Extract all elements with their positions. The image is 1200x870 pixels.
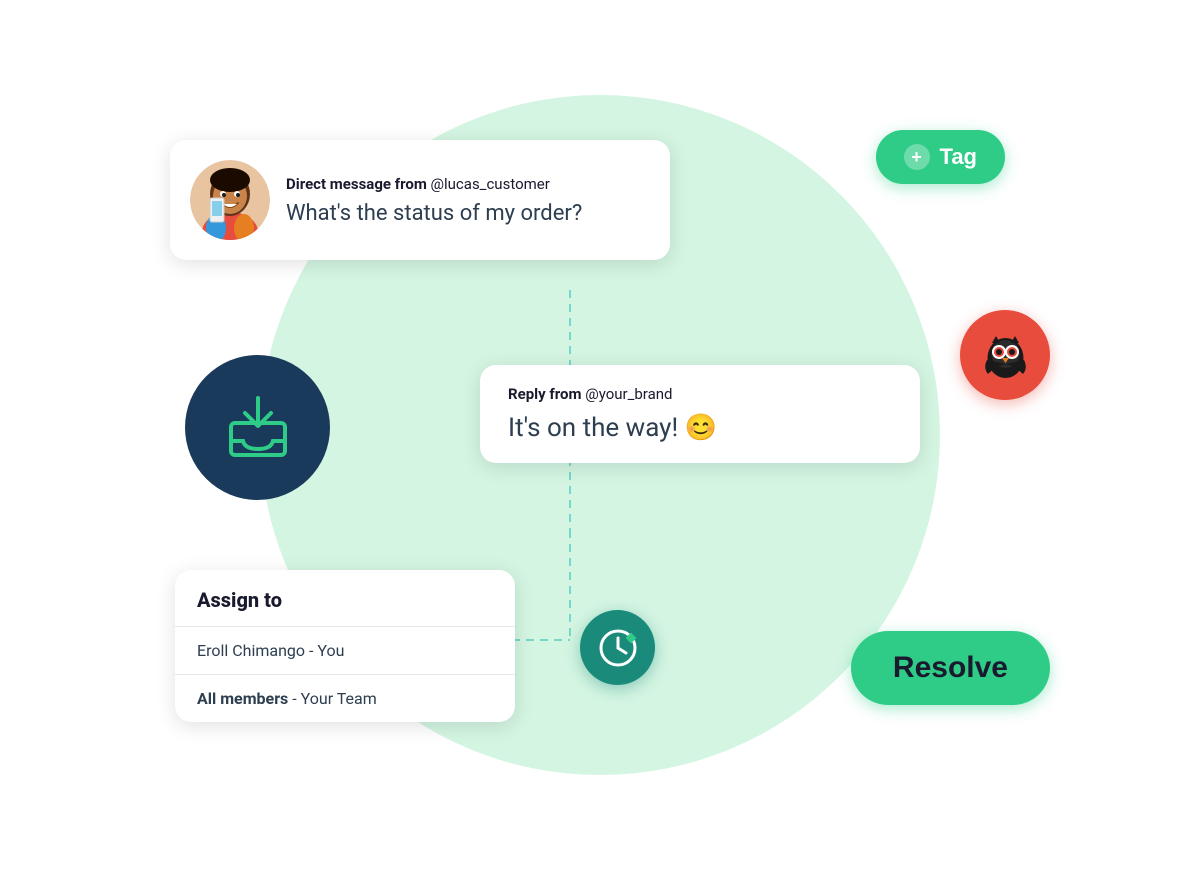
dm-card-content: Direct message from @lucas_customer What… [286, 175, 646, 226]
dm-header-bold: Direct message from [286, 175, 431, 193]
tag-button[interactable]: + Tag [876, 130, 1005, 184]
owl-icon [978, 328, 1033, 383]
resolve-button[interactable]: Resolve [851, 631, 1050, 705]
dm-card: Direct message from @lucas_customer What… [170, 140, 670, 260]
avatar [190, 160, 270, 240]
clock-icon [598, 628, 638, 668]
reply-username: @your_brand [585, 385, 672, 403]
resolve-button-label: Resolve [893, 651, 1008, 684]
assign-item-2-suffix: - Your Team [288, 689, 376, 708]
reply-card-header: Reply from @your_brand [508, 385, 892, 403]
assign-item-1-label: Eroll Chimango - You [197, 641, 344, 660]
reply-card-body: It's on the way! 😊 [508, 413, 892, 443]
clock-badge [580, 610, 655, 685]
scene: + Tag [0, 0, 1200, 870]
assign-card: Assign to Eroll Chimango - You All membe… [175, 570, 515, 722]
reply-header-bold: Reply from [508, 385, 585, 403]
assign-item-2[interactable]: All members - Your Team [175, 675, 515, 722]
plus-icon: + [904, 144, 930, 170]
hootsuite-owl-badge [960, 310, 1050, 400]
reply-card: Reply from @your_brand It's on the way! … [480, 365, 920, 463]
dm-username: @lucas_customer [431, 175, 550, 193]
assign-item-2-bold: All members [197, 689, 288, 708]
inbox-icon [223, 393, 293, 463]
assign-card-title: Assign to [175, 570, 515, 626]
dm-card-header: Direct message from @lucas_customer [286, 175, 646, 193]
inbox-circle [185, 355, 330, 500]
dm-card-body: What's the status of my order? [286, 201, 646, 226]
tag-button-label: Tag [940, 144, 977, 170]
assign-item-1[interactable]: Eroll Chimango - You [175, 627, 515, 675]
